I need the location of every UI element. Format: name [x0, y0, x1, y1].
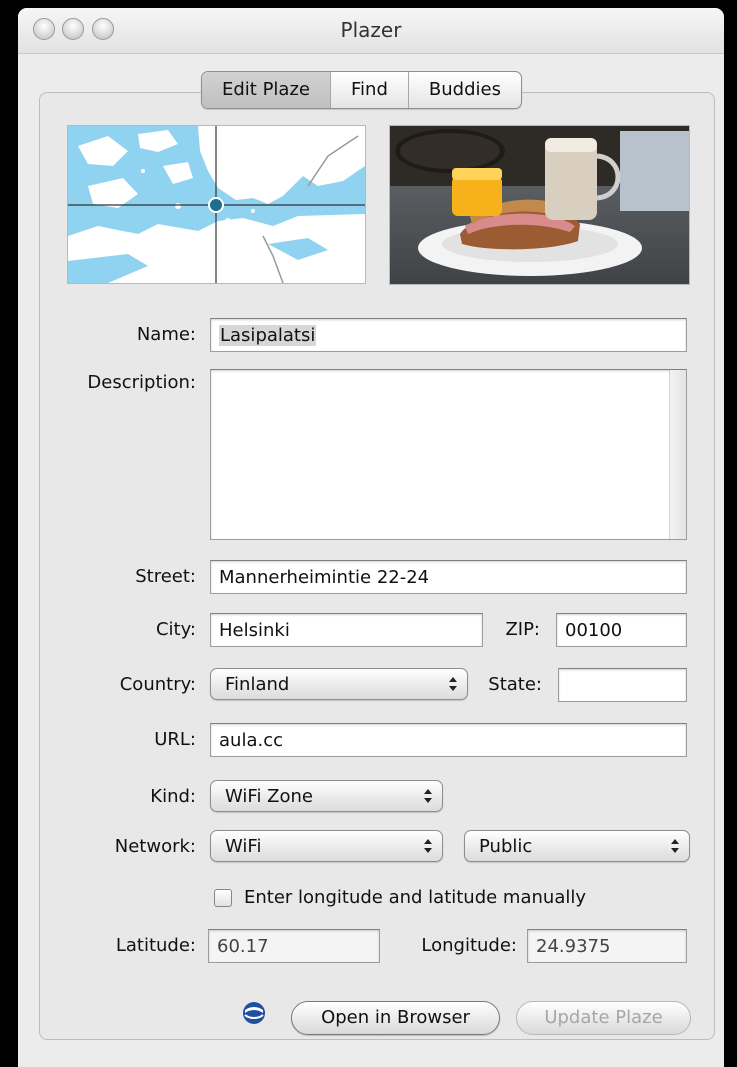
country-popup[interactable]: Finland [210, 668, 468, 700]
manual-coords-label[interactable]: Enter longitude and latitude manually [244, 881, 586, 915]
open-in-browser-button[interactable]: Open in Browser [291, 1001, 500, 1035]
network-popup[interactable]: WiFi [210, 830, 443, 862]
zip-label: ZIP: [505, 619, 540, 640]
description-scrollbar[interactable] [669, 370, 686, 539]
country-label: Country: [119, 674, 196, 695]
tab-buddies[interactable]: Buddies [407, 72, 521, 108]
longitude-label: Longitude: [421, 935, 517, 956]
network-value: WiFi [225, 836, 262, 857]
latitude-field[interactable]: 60.17 [208, 929, 380, 963]
app-window: Plazer Edit Plaze Find Buddies Name: Las… [18, 8, 724, 1067]
map-image [68, 126, 365, 284]
popup-arrows-icon [671, 839, 679, 853]
zip-field[interactable]: 00100 [556, 613, 687, 647]
map-view[interactable] [67, 125, 366, 284]
network-label: Network: [114, 836, 196, 857]
tab-edit-plaze[interactable]: Edit Plaze [202, 72, 330, 108]
name-value: Lasipalatsi [219, 325, 317, 346]
tab-find[interactable]: Find [330, 72, 408, 108]
description-textarea[interactable] [210, 369, 687, 540]
window-title: Plazer [340, 18, 402, 42]
photo-view[interactable] [389, 125, 690, 285]
manual-coords-checkbox[interactable] [214, 889, 232, 907]
city-label: City: [155, 619, 196, 640]
tab-bar: Edit Plaze Find Buddies [201, 71, 522, 109]
kind-value: WiFi Zone [225, 786, 313, 807]
popup-arrows-icon [449, 677, 457, 691]
description-label: Description: [87, 372, 196, 393]
street-label: Street: [135, 566, 196, 587]
globe-icon [243, 1002, 265, 1024]
state-label: State: [488, 674, 542, 695]
kind-popup[interactable]: WiFi Zone [210, 780, 443, 812]
access-value: Public [479, 836, 533, 857]
street-field[interactable]: Mannerheimintie 22-24 [210, 560, 687, 594]
title-bar[interactable]: Plazer [18, 8, 724, 54]
latitude-label: Latitude: [115, 935, 196, 956]
description-value [211, 370, 686, 382]
access-popup[interactable]: Public [464, 830, 690, 862]
city-field[interactable]: Helsinki [210, 613, 483, 647]
longitude-field[interactable]: 24.9375 [527, 929, 687, 963]
popup-arrows-icon [424, 789, 432, 803]
country-value: Finland [225, 674, 290, 695]
name-label: Name: [136, 324, 196, 345]
url-field[interactable]: aula.cc [210, 723, 687, 757]
kind-label: Kind: [150, 786, 196, 807]
update-plaze-button[interactable]: Update Plaze [516, 1001, 691, 1035]
place-photo [390, 126, 689, 284]
popup-arrows-icon [424, 839, 432, 853]
name-field[interactable]: Lasipalatsi [210, 318, 687, 352]
url-label: URL: [154, 729, 196, 750]
state-field[interactable] [558, 668, 687, 702]
